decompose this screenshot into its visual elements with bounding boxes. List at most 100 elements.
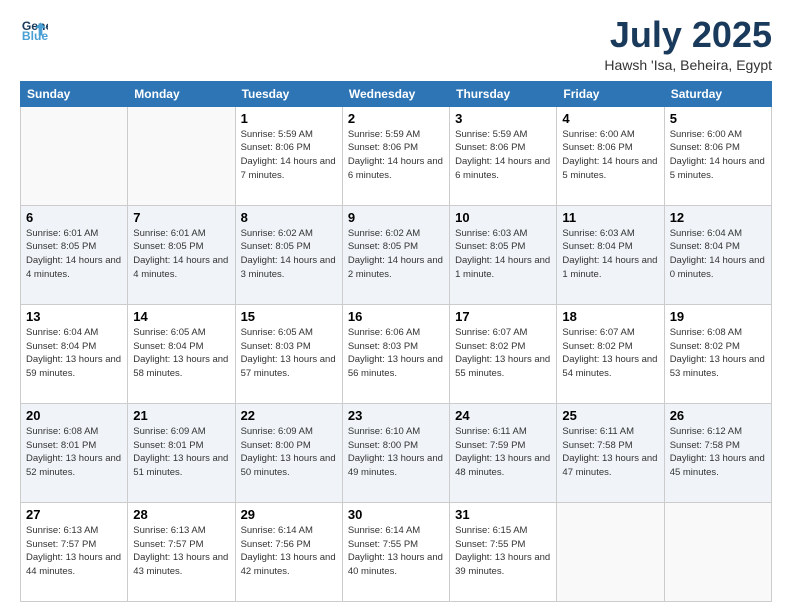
day-number: 17 <box>455 309 551 324</box>
table-row: 24 Sunrise: 6:11 AM Sunset: 7:59 PM Dayli… <box>450 403 557 502</box>
day-number: 7 <box>133 210 229 225</box>
table-row: 4Sunrise: 6:00 AM Sunset: 8:06 PM Daylig… <box>557 106 664 205</box>
table-row: 18 Sunrise: 6:07 AM Sunset: 8:02 PM Dayli… <box>557 304 664 403</box>
table-row: 13 Sunrise: 6:04 AM Sunset: 8:04 PM Dayli… <box>21 304 128 403</box>
day-info: Sunrise: 6:08 AM Sunset: 8:02 PM Dayligh… <box>670 326 766 381</box>
day-number: 22 <box>241 408 337 423</box>
day-number: 10 <box>455 210 551 225</box>
col-thursday: Thursday <box>450 81 557 106</box>
day-info: Sunrise: 6:01 AM Sunset: 8:05 PM Dayligh… <box>133 227 229 282</box>
table-row: 2Sunrise: 5:59 AM Sunset: 8:06 PM Daylig… <box>342 106 449 205</box>
svg-text:Blue: Blue <box>22 29 48 43</box>
table-row: 17 Sunrise: 6:07 AM Sunset: 8:02 PM Dayli… <box>450 304 557 403</box>
day-info: Sunrise: 6:15 AM Sunset: 7:55 PM Dayligh… <box>455 524 551 579</box>
day-info: Sunrise: 6:03 AM Sunset: 8:04 PM Dayligh… <box>562 227 658 282</box>
day-info: Sunrise: 6:10 AM Sunset: 8:00 PM Dayligh… <box>348 425 444 480</box>
day-info: Sunrise: 6:11 AM Sunset: 7:58 PM Dayligh… <box>562 425 658 480</box>
day-info: Sunrise: 6:06 AM Sunset: 8:03 PM Dayligh… <box>348 326 444 381</box>
table-row: 8Sunrise: 6:02 AM Sunset: 8:05 PM Daylig… <box>235 205 342 304</box>
table-row <box>664 502 771 601</box>
day-info: Sunrise: 6:04 AM Sunset: 8:04 PM Dayligh… <box>670 227 766 282</box>
title-area: July 2025 Hawsh 'Isa, Beheira, Egypt <box>604 15 772 73</box>
day-info: Sunrise: 6:14 AM Sunset: 7:55 PM Dayligh… <box>348 524 444 579</box>
table-row: 3 Sunrise: 5:59 AM Sunset: 8:06 PM Daylig… <box>450 106 557 205</box>
day-info: Sunrise: 5:59 AM Sunset: 8:06 PM Dayligh… <box>241 128 337 183</box>
col-wednesday: Wednesday <box>342 81 449 106</box>
day-info: Sunrise: 6:01 AM Sunset: 8:05 PM Dayligh… <box>26 227 122 282</box>
day-info: Sunrise: 6:14 AM Sunset: 7:56 PM Dayligh… <box>241 524 337 579</box>
day-info: Sunrise: 6:07 AM Sunset: 8:02 PM Dayligh… <box>562 326 658 381</box>
day-number: 13 <box>26 309 122 324</box>
day-number: 24 <box>455 408 551 423</box>
day-info: Sunrise: 6:00 AM Sunset: 8:06 PM Dayligh… <box>670 128 766 183</box>
day-number: 20 <box>26 408 122 423</box>
day-number: 21 <box>133 408 229 423</box>
table-row: 29 Sunrise: 6:14 AM Sunset: 7:56 PM Dayli… <box>235 502 342 601</box>
day-number: 11 <box>562 210 658 225</box>
day-info: Sunrise: 6:05 AM Sunset: 8:04 PM Dayligh… <box>133 326 229 381</box>
col-friday: Friday <box>557 81 664 106</box>
location: Hawsh 'Isa, Beheira, Egypt <box>604 57 772 73</box>
day-info: Sunrise: 5:59 AM Sunset: 8:06 PM Dayligh… <box>455 128 551 183</box>
col-monday: Monday <box>128 81 235 106</box>
table-row: 27 Sunrise: 6:13 AM Sunset: 7:57 PM Dayli… <box>21 502 128 601</box>
day-info: Sunrise: 6:04 AM Sunset: 8:04 PM Dayligh… <box>26 326 122 381</box>
table-row <box>128 106 235 205</box>
day-info: Sunrise: 6:13 AM Sunset: 7:57 PM Dayligh… <box>26 524 122 579</box>
month-title: July 2025 <box>604 15 772 55</box>
day-number: 19 <box>670 309 766 324</box>
table-row: 12 Sunrise: 6:04 AM Sunset: 8:04 PM Dayli… <box>664 205 771 304</box>
day-number: 3 <box>455 111 551 126</box>
day-info: Sunrise: 6:09 AM Sunset: 8:01 PM Dayligh… <box>133 425 229 480</box>
day-info: Sunrise: 6:02 AM Sunset: 8:05 PM Dayligh… <box>241 227 337 282</box>
day-number: 29 <box>241 507 337 522</box>
table-row: 23 Sunrise: 6:10 AM Sunset: 8:00 PM Dayli… <box>342 403 449 502</box>
col-saturday: Saturday <box>664 81 771 106</box>
table-row: 7 Sunrise: 6:01 AM Sunset: 8:05 PM Daylig… <box>128 205 235 304</box>
day-info: Sunrise: 6:07 AM Sunset: 8:02 PM Dayligh… <box>455 326 551 381</box>
header-row: Sunday Monday Tuesday Wednesday Thursday… <box>21 81 772 106</box>
day-info: Sunrise: 6:08 AM Sunset: 8:01 PM Dayligh… <box>26 425 122 480</box>
header: General Blue July 2025 Hawsh 'Isa, Behei… <box>20 15 772 73</box>
table-row: 14 Sunrise: 6:05 AM Sunset: 8:04 PM Dayli… <box>128 304 235 403</box>
day-info: Sunrise: 6:03 AM Sunset: 8:05 PM Dayligh… <box>455 227 551 282</box>
day-number: 26 <box>670 408 766 423</box>
col-tuesday: Tuesday <box>235 81 342 106</box>
table-row: 31 Sunrise: 6:15 AM Sunset: 7:55 PM Dayli… <box>450 502 557 601</box>
table-row: 28 Sunrise: 6:13 AM Sunset: 7:57 PM Dayli… <box>128 502 235 601</box>
day-info: Sunrise: 6:13 AM Sunset: 7:57 PM Dayligh… <box>133 524 229 579</box>
table-row: 20 Sunrise: 6:08 AM Sunset: 8:01 PM Dayli… <box>21 403 128 502</box>
table-row: 1 Sunrise: 5:59 AM Sunset: 8:06 PM Daylig… <box>235 106 342 205</box>
day-number: 25 <box>562 408 658 423</box>
calendar: Sunday Monday Tuesday Wednesday Thursday… <box>20 81 772 602</box>
table-row: 16 Sunrise: 6:06 AM Sunset: 8:03 PM Dayli… <box>342 304 449 403</box>
day-info: Sunrise: 6:11 AM Sunset: 7:59 PM Dayligh… <box>455 425 551 480</box>
day-number: 27 <box>26 507 122 522</box>
logo: General Blue <box>20 15 48 43</box>
table-row: 10 Sunrise: 6:03 AM Sunset: 8:05 PM Dayli… <box>450 205 557 304</box>
day-number: 9 <box>348 210 444 225</box>
table-row: 15 Sunrise: 6:05 AM Sunset: 8:03 PM Dayli… <box>235 304 342 403</box>
day-info: Sunrise: 6:02 AM Sunset: 8:05 PM Dayligh… <box>348 227 444 282</box>
day-number: 18 <box>562 309 658 324</box>
day-number: 14 <box>133 309 229 324</box>
day-number: 1 <box>241 111 337 126</box>
day-info: Sunrise: 6:05 AM Sunset: 8:03 PM Dayligh… <box>241 326 337 381</box>
table-row: 22 Sunrise: 6:09 AM Sunset: 8:00 PM Dayli… <box>235 403 342 502</box>
table-row: 21 Sunrise: 6:09 AM Sunset: 8:01 PM Dayli… <box>128 403 235 502</box>
table-row: 30 Sunrise: 6:14 AM Sunset: 7:55 PM Dayli… <box>342 502 449 601</box>
day-number: 16 <box>348 309 444 324</box>
day-number: 30 <box>348 507 444 522</box>
day-number: 12 <box>670 210 766 225</box>
table-row <box>21 106 128 205</box>
table-row: 11 Sunrise: 6:03 AM Sunset: 8:04 PM Dayli… <box>557 205 664 304</box>
day-number: 28 <box>133 507 229 522</box>
table-row: 6Sunrise: 6:01 AM Sunset: 8:05 PM Daylig… <box>21 205 128 304</box>
day-number: 31 <box>455 507 551 522</box>
table-row: 5Sunrise: 6:00 AM Sunset: 8:06 PM Daylig… <box>664 106 771 205</box>
table-row: 19 Sunrise: 6:08 AM Sunset: 8:02 PM Dayli… <box>664 304 771 403</box>
day-number: 4 <box>562 111 658 126</box>
day-number: 15 <box>241 309 337 324</box>
day-number: 23 <box>348 408 444 423</box>
day-info: Sunrise: 6:09 AM Sunset: 8:00 PM Dayligh… <box>241 425 337 480</box>
